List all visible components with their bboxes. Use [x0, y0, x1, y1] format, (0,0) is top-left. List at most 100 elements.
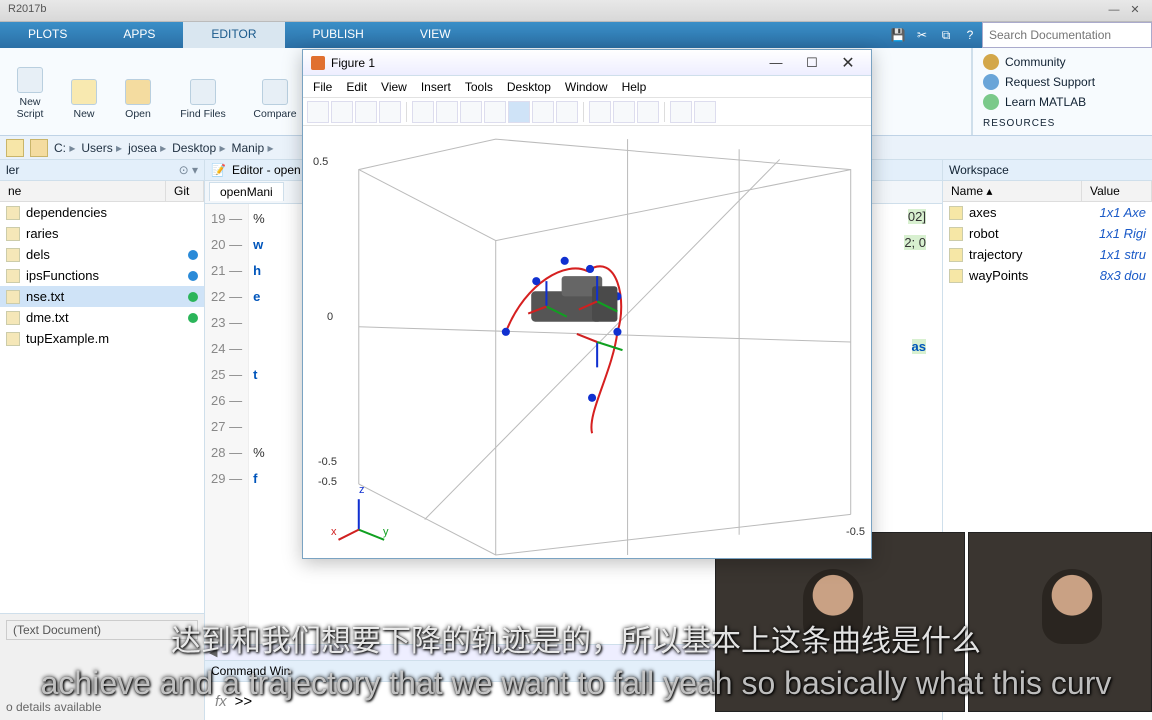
undock-icon[interactable]	[694, 101, 716, 123]
legend-icon[interactable]	[637, 101, 659, 123]
editor-icon: 📝	[211, 163, 226, 177]
rotate3d-icon[interactable]	[508, 101, 530, 123]
detail-message: o details available	[6, 700, 198, 714]
learn-matlab-link[interactable]: Learn MATLAB	[983, 94, 1142, 110]
community-link[interactable]: Community	[983, 54, 1142, 70]
support-icon	[983, 74, 999, 90]
ws-col-value[interactable]: Value	[1082, 181, 1152, 201]
new-script-button[interactable]: New Script	[6, 52, 54, 122]
brush-icon[interactable]	[556, 101, 578, 123]
z-tick-mid: 0	[327, 311, 333, 323]
zoom-in-icon[interactable]	[436, 101, 458, 123]
find-files-button[interactable]: Find Files	[168, 52, 238, 122]
compare-button[interactable]: Compare	[244, 52, 306, 122]
dock-icon[interactable]	[670, 101, 692, 123]
col-git[interactable]: Git	[166, 181, 204, 201]
file-row[interactable]: nse.txt	[0, 286, 204, 307]
search-documentation-input[interactable]	[982, 22, 1152, 48]
pointer-icon[interactable]	[412, 101, 434, 123]
workspace-var[interactable]: trajectory1x1 stru	[943, 244, 1152, 265]
var-icon	[949, 206, 963, 220]
prompt: >>	[235, 693, 253, 710]
axis-y-label: y	[383, 526, 389, 538]
back-icon[interactable]	[6, 139, 24, 157]
fx-icon[interactable]: fx	[215, 693, 227, 710]
file-row[interactable]: dels	[0, 244, 204, 265]
menu-view[interactable]: View	[381, 80, 407, 94]
panel-menu-icon[interactable]: ⊙ ▾	[179, 163, 198, 177]
minimize-button[interactable]: —	[1105, 4, 1123, 16]
file-icon	[6, 332, 20, 346]
figure-titlebar[interactable]: Figure 1 — ☐ ✕	[303, 50, 871, 76]
col-name[interactable]: ne	[0, 181, 166, 201]
menu-desktop[interactable]: Desktop	[507, 80, 551, 94]
ws-col-name[interactable]: Name ▴	[943, 181, 1082, 201]
figure-window[interactable]: Figure 1 — ☐ ✕ File Edit View Insert Too…	[302, 49, 872, 559]
file-icon	[6, 311, 20, 325]
breadcrumb[interactable]: Manip	[232, 141, 274, 155]
app-version: R2017b	[8, 3, 47, 18]
tab-view[interactable]: VIEW	[392, 22, 479, 48]
menu-tools[interactable]: Tools	[465, 80, 493, 94]
quick-cut-icon[interactable]: ✂	[910, 22, 934, 48]
open-figure-icon[interactable]	[331, 101, 353, 123]
menu-help[interactable]: Help	[622, 80, 647, 94]
save-figure-icon[interactable]	[355, 101, 377, 123]
editor-tab[interactable]: openMani	[209, 182, 284, 201]
workspace-var[interactable]: axes1x1 Axe	[943, 202, 1152, 223]
figure-axes[interactable]: 0.5 0 -0.5 -0.5 -0.5 z y x	[303, 126, 871, 558]
quick-help-icon[interactable]: ?	[958, 22, 982, 48]
tab-publish[interactable]: PUBLISH	[285, 22, 392, 48]
breadcrumb[interactable]: josea	[128, 141, 166, 155]
file-type-dropdown[interactable]: (Text Document)▾	[6, 620, 198, 640]
menu-insert[interactable]: Insert	[421, 80, 451, 94]
breadcrumb[interactable]: Desktop	[172, 141, 225, 155]
figure-close-button[interactable]: ✕	[833, 53, 863, 73]
file-icon	[6, 227, 20, 241]
menu-file[interactable]: File	[313, 80, 332, 94]
file-row[interactable]: tupExample.m	[0, 328, 204, 349]
file-row[interactable]: raries	[0, 223, 204, 244]
git-status-dot	[188, 313, 198, 323]
workspace-var[interactable]: robot1x1 Rigi	[943, 223, 1152, 244]
figure-minimize-button[interactable]: —	[761, 53, 791, 73]
breadcrumb[interactable]: C:	[54, 141, 75, 155]
file-icon	[6, 248, 20, 262]
workspace-var[interactable]: wayPoints8x3 dou	[943, 265, 1152, 286]
tab-plots[interactable]: PLOTS	[0, 22, 95, 48]
file-row[interactable]: ipsFunctions	[0, 265, 204, 286]
figure-title: Figure 1	[331, 56, 375, 70]
menu-edit[interactable]: Edit	[346, 80, 367, 94]
file-row[interactable]: dependencies	[0, 202, 204, 223]
current-folder-header: ler ⊙ ▾	[0, 160, 204, 181]
line-gutter: 19 —20 —21 —22 —23 —24 —25 —26 —27 —28 —…	[205, 204, 249, 644]
app-titlebar: R2017b — ✕	[0, 0, 1152, 22]
tab-editor[interactable]: EDITOR	[183, 22, 284, 48]
figure-maximize-button[interactable]: ☐	[797, 53, 827, 73]
quick-copy-icon[interactable]: ⧉	[934, 22, 958, 48]
scroll-left-icon[interactable]: ◀	[209, 646, 217, 659]
new-figure-icon[interactable]	[307, 101, 329, 123]
colorbar-icon[interactable]	[613, 101, 635, 123]
print-icon[interactable]	[379, 101, 401, 123]
pan-icon[interactable]	[484, 101, 506, 123]
request-support-link[interactable]: Request Support	[983, 74, 1142, 90]
var-icon	[949, 227, 963, 241]
link-icon[interactable]	[589, 101, 611, 123]
var-icon	[949, 248, 963, 262]
learn-icon	[983, 94, 999, 110]
file-list[interactable]: dependenciesrariesdelsipsFunctionsnse.tx…	[0, 202, 204, 613]
breadcrumb[interactable]: Users	[81, 141, 122, 155]
close-button[interactable]: ✕	[1126, 3, 1144, 16]
new-button[interactable]: New	[60, 52, 108, 122]
menu-window[interactable]: Window	[565, 80, 608, 94]
var-icon	[949, 269, 963, 283]
file-row[interactable]: dme.txt	[0, 307, 204, 328]
datatip-icon[interactable]	[532, 101, 554, 123]
tab-apps[interactable]: APPS	[95, 22, 183, 48]
zoom-out-icon[interactable]	[460, 101, 482, 123]
community-icon	[983, 54, 999, 70]
open-button[interactable]: Open	[114, 52, 162, 122]
quick-save-icon[interactable]: 💾	[886, 22, 910, 48]
folder-icon[interactable]	[30, 139, 48, 157]
